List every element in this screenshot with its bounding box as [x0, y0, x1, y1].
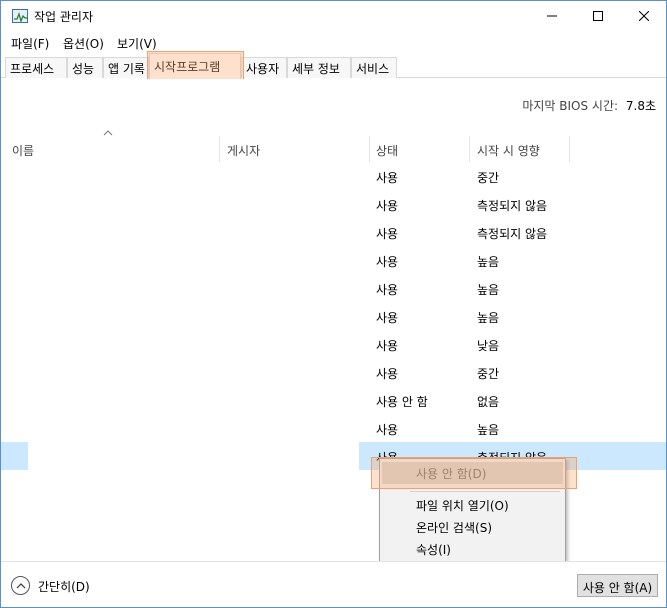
table-row[interactable]: 사용 높음 [1, 302, 666, 330]
menu-view[interactable]: 보기(V) [117, 35, 157, 52]
table-row[interactable]: 사용 안 함 없음 [1, 386, 666, 414]
task-manager-icon [12, 9, 28, 23]
row-status: 사용 안 함 [376, 395, 428, 409]
column-divider[interactable] [569, 136, 570, 162]
column-publisher[interactable]: 게시자 [227, 142, 260, 159]
column-status[interactable]: 상태 [376, 142, 398, 159]
column-startup-impact[interactable]: 시작 시 영향 [477, 142, 540, 159]
table-row[interactable]: 사용 높음 [1, 414, 666, 442]
row-impact: 높음 [477, 311, 500, 325]
row-impact: 높음 [477, 255, 500, 269]
row-status: 사용 [376, 367, 399, 381]
row-impact: 측정되지 않음 [477, 227, 548, 241]
table-row[interactable]: 사용 낮음 [1, 330, 666, 358]
selection-highlight [1, 442, 28, 470]
tab-app-history[interactable]: 앱 기록 [103, 57, 149, 78]
sort-ascending-icon [103, 130, 113, 136]
tab-performance[interactable]: 성능 [67, 57, 103, 78]
startup-tab-highlight [147, 51, 244, 81]
table-row[interactable]: 사용 높음 [1, 246, 666, 274]
bios-time: 마지막 BIOS 시간: 7.8초 [522, 97, 656, 114]
minimize-button[interactable] [529, 1, 575, 31]
row-impact: 높음 [477, 423, 500, 437]
row-status: 사용 [376, 283, 399, 297]
title-bar: 작업 관리자 [1, 1, 666, 31]
disable-item-highlight [371, 457, 577, 489]
row-status: 사용 [376, 227, 399, 241]
table-row[interactable]: 사용 중간 [1, 162, 666, 190]
column-name[interactable]: 이름 [12, 142, 34, 159]
row-status: 사용 [376, 199, 399, 213]
row-status: 사용 [376, 171, 399, 185]
maximize-button[interactable] [575, 1, 621, 31]
row-impact: 측정되지 않음 [477, 199, 548, 213]
table-row[interactable]: 사용 높음 [1, 274, 666, 302]
column-divider[interactable] [469, 136, 470, 162]
row-status: 사용 [376, 423, 399, 437]
bios-time-value: 7.8초 [625, 99, 656, 113]
table-row[interactable]: 사용 중간 [1, 358, 666, 386]
row-impact: 중간 [477, 171, 500, 185]
row-status: 사용 [376, 255, 399, 269]
column-divider[interactable] [219, 136, 220, 162]
window-title: 작업 관리자 [34, 10, 94, 24]
table-row[interactable]: 사용 측정되지 않음 [1, 218, 666, 246]
menu-file[interactable]: 파일(F) [11, 35, 49, 52]
menu-options[interactable]: 옵션(O) [63, 35, 104, 52]
tab-processes[interactable]: 프로세스 [5, 57, 67, 78]
column-header-row: 이름 게시자 상태 시작 시 영향 [1, 130, 666, 162]
context-search-online[interactable]: 온라인 검색(S) [382, 516, 563, 538]
context-properties[interactable]: 속성(I) [382, 538, 563, 560]
table-row[interactable]: 사용 측정되지 않음 [1, 190, 666, 218]
row-status: 사용 [376, 339, 399, 353]
bios-time-label: 마지막 BIOS 시간: [522, 99, 619, 113]
row-impact: 낮음 [477, 339, 500, 353]
tab-users[interactable]: 사용자 [241, 57, 287, 78]
menu-bar: 파일(F) 옵션(O) 보기(V) [1, 32, 666, 54]
row-impact: 중간 [477, 367, 500, 381]
chevron-up-icon[interactable] [11, 576, 30, 595]
fewer-details-link[interactable]: 간단히(D) [38, 578, 90, 595]
row-impact: 없음 [477, 395, 500, 409]
menu-separator [410, 491, 560, 492]
row-impact: 높음 [477, 283, 500, 297]
tab-strip: 프로세스 성능 앱 기록 시작프로그램 사용자 세부 정보 서비스 [1, 53, 666, 79]
disable-button[interactable]: 사용 안 함(A) [577, 574, 658, 597]
column-divider[interactable] [369, 136, 370, 162]
context-open-file-location[interactable]: 파일 위치 열기(O) [382, 494, 563, 516]
footer-bar: 간단히(D) 사용 안 함(A) [1, 561, 666, 607]
task-manager-window: 작업 관리자 파일(F) 옵션(O) 보기(V) 프로세스 성능 앱 기록 시작… [0, 0, 667, 608]
tab-details[interactable]: 세부 정보 [287, 57, 351, 78]
close-button[interactable] [621, 1, 667, 31]
row-status: 사용 [376, 311, 399, 325]
tab-services[interactable]: 서비스 [351, 57, 397, 78]
